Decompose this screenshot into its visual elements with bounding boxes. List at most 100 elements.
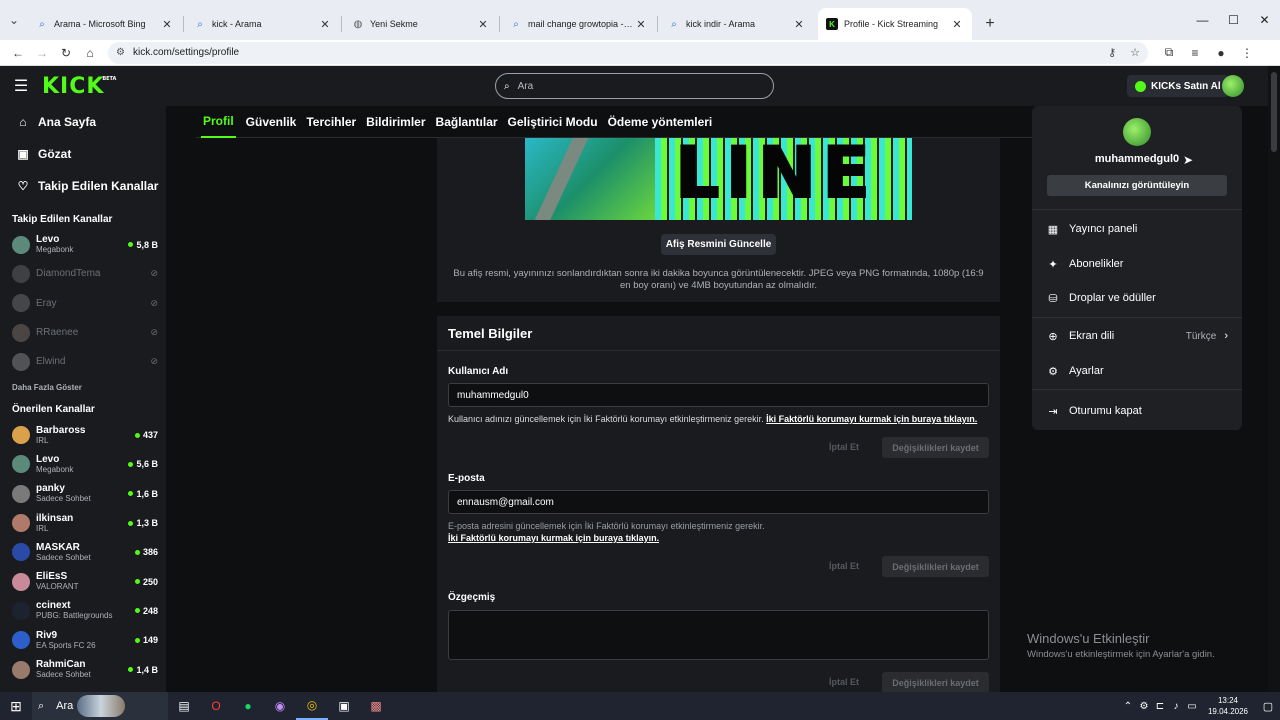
two-factor-link[interactable]: İki Faktörlü korumayı kurmak için buraya… [766, 414, 977, 424]
tab-payment[interactable]: Ödeme yöntemleri [608, 106, 713, 138]
close-window-icon[interactable]: ✕ [1249, 0, 1280, 40]
game-icon[interactable]: ▣ [328, 692, 360, 720]
forward-icon[interactable]: → [30, 41, 54, 65]
save-button[interactable]: Değişiklikleri kaydet [882, 556, 989, 577]
bio-textarea[interactable] [448, 610, 989, 660]
home-icon[interactable]: ⌂ [78, 41, 102, 65]
recommended-channel[interactable]: MASKAR Sadece Sohbet 386 [0, 538, 166, 567]
followed-channel[interactable]: Elwind ⊘ [0, 347, 166, 376]
buy-kicks-button[interactable]: KICKs Satın Al [1127, 75, 1229, 97]
menu-icon[interactable]: ⋮ [1234, 45, 1260, 60]
tab-connections[interactable]: Bağlantılar [436, 106, 498, 138]
opera-icon[interactable]: O [200, 692, 232, 720]
browser-tab[interactable]: ⌕ kick indir - Arama ✕ [660, 8, 814, 40]
messenger-icon[interactable]: ◉ [264, 692, 296, 720]
tab-profile[interactable]: Profil [201, 106, 236, 138]
browser-tab[interactable]: ⌕ Arama - Microsoft Bing ✕ [28, 8, 182, 40]
save-button[interactable]: Değişiklikleri kaydet [882, 437, 989, 458]
maximize-icon[interactable]: ☐ [1218, 0, 1249, 40]
reload-icon[interactable]: ↻ [54, 41, 78, 65]
chevron-up-icon[interactable]: ⌃ [1120, 701, 1136, 712]
media-icon[interactable]: ≡ [1182, 45, 1208, 60]
close-icon[interactable]: ✕ [160, 18, 174, 31]
menu-item-logout[interactable]: ⇥ Oturumu kapat [1046, 401, 1228, 421]
site-info-icon[interactable]: ⚙ [116, 47, 125, 58]
chrome-icon[interactable]: ◎ [296, 692, 328, 720]
star-icon[interactable]: ☆ [1130, 46, 1140, 59]
browser-tab[interactable]: ◍ Yeni Sekme ✕ [344, 8, 498, 40]
recommended-channel[interactable]: Riv9 EA Sports FC 26 149 [0, 626, 166, 655]
menu-item-drops[interactable]: ⛁ Droplar ve ödüller [1046, 288, 1228, 308]
close-icon[interactable]: ✕ [792, 18, 806, 31]
browser-tab-active[interactable]: K Profile - Kick Streaming ✕ [818, 8, 972, 40]
recommended-channel[interactable]: RahmiCan Sadece Sohbet 1,4 B [0, 655, 166, 684]
menu-item-language[interactable]: ⊕ Ekran dili Türkçe › [1046, 326, 1228, 346]
close-icon[interactable]: ✕ [950, 18, 964, 31]
followed-channel[interactable]: Eray ⊘ [0, 289, 166, 318]
scrollbar-thumb[interactable] [1271, 72, 1277, 152]
network-icon[interactable]: ⊏ [1152, 701, 1168, 712]
profile-icon[interactable]: ● [1208, 45, 1234, 60]
two-factor-link[interactable]: İki Faktörlü korumayı kurmak için buraya… [448, 533, 659, 543]
cancel-button[interactable]: İptal Et [829, 442, 859, 452]
notification-icon[interactable]: ▢ [1256, 700, 1280, 713]
settings-tray-icon[interactable]: ⚙ [1136, 701, 1152, 712]
view-channel-button[interactable]: Kanalınızı görüntüleyin [1047, 175, 1227, 196]
search-input[interactable]: ⌕ Ara [495, 73, 774, 99]
windows-start-icon[interactable]: ⊞ [0, 698, 32, 715]
spotify-icon[interactable]: ● [232, 692, 264, 720]
tab-developer[interactable]: Geliştirici Modu [508, 106, 598, 138]
recommended-channel[interactable]: panky Sadece Sohbet 1,6 B [0, 479, 166, 508]
key-icon[interactable]: ⚷ [1108, 46, 1116, 59]
banner-image: LINE [525, 138, 912, 220]
extensions-icon[interactable]: ⧉ [1156, 45, 1182, 60]
followed-channel[interactable]: Levo Megabonk 5,8 B [0, 230, 166, 259]
followed-channel[interactable]: RRaenee ⊘ [0, 318, 166, 347]
tab-security[interactable]: Güvenlik [246, 106, 297, 138]
tab-label: Profile - Kick Streaming [844, 19, 939, 29]
battery-icon[interactable]: ▭ [1184, 701, 1200, 712]
recommended-channel[interactable]: EliEsS VALORANT 250 [0, 567, 166, 596]
cancel-button[interactable]: İptal Et [829, 561, 859, 571]
browser-tab[interactable]: ⌕ mail change growtopia - Arama✕ [502, 8, 656, 40]
recommended-channel[interactable]: Levo Megabonk 5,6 B [0, 450, 166, 479]
nav-browse[interactable]: ▣ Gözat [0, 138, 166, 170]
menu-item-subscriptions[interactable]: ✦ Abonelikler [1046, 254, 1228, 274]
close-icon[interactable]: ✕ [634, 18, 648, 31]
new-tab-button[interactable]: + [976, 8, 1004, 40]
recommended-channel[interactable]: ccinext PUBG: Battlegrounds 248 [0, 596, 166, 625]
dashboard-icon: ▦ [1047, 223, 1059, 236]
cancel-button[interactable]: İptal Et [829, 677, 859, 687]
clock[interactable]: 13:24 19.04.2026 [1208, 695, 1248, 717]
tab-search-icon[interactable]: ⌄ [0, 0, 28, 40]
close-icon[interactable]: ✕ [318, 18, 332, 31]
show-more-link[interactable]: Daha Fazla Göster [0, 376, 166, 398]
kick-logo[interactable]: KICK BETA [42, 74, 116, 99]
menu-item-creator-dashboard[interactable]: ▦ Yayıncı paneli [1046, 219, 1228, 239]
save-button[interactable]: Değişiklikleri kaydet [882, 672, 989, 692]
browser-tab[interactable]: ⌕ kick - Arama ✕ [186, 8, 340, 40]
tab-preferences[interactable]: Tercihler [306, 106, 356, 138]
hamburger-icon[interactable]: ☰ [0, 76, 42, 96]
recommended-channel[interactable]: ilkinsan IRL 1,3 B [0, 508, 166, 537]
nav-following[interactable]: ♡ Takip Edilen Kanallar [0, 170, 166, 202]
user-avatar[interactable] [1222, 75, 1244, 97]
address-bar[interactable]: ⚙ kick.com/settings/profile ⚷ ☆ [108, 41, 1148, 64]
followed-channel[interactable]: DiamondTema ⊘ [0, 259, 166, 288]
minimize-icon[interactable]: — [1187, 0, 1218, 40]
username-field[interactable]: muhammedgul0 [448, 383, 989, 407]
tab-notifications[interactable]: Bildirimler [366, 106, 425, 138]
viewer-count: 386 [134, 547, 158, 557]
email-field[interactable]: ennausm@gmail.com [448, 490, 989, 514]
close-icon[interactable]: ✕ [476, 18, 490, 31]
volume-icon[interactable]: ♪ [1168, 701, 1184, 712]
back-icon[interactable]: ← [6, 41, 30, 65]
nav-home[interactable]: ⌂ Ana Sayfa [0, 106, 166, 138]
update-banner-button[interactable]: Afiş Resmini Güncelle [661, 234, 776, 255]
page-scrollbar[interactable] [1268, 66, 1280, 692]
photos-icon[interactable]: ▩ [360, 692, 392, 720]
taskbar-search[interactable]: ⌕ Ara [32, 692, 168, 720]
recommended-channel[interactable]: Barbaross IRL 437 [0, 420, 166, 449]
menu-item-settings[interactable]: ⚙ Ayarlar [1046, 361, 1228, 381]
task-view-icon[interactable]: ▤ [168, 692, 200, 720]
